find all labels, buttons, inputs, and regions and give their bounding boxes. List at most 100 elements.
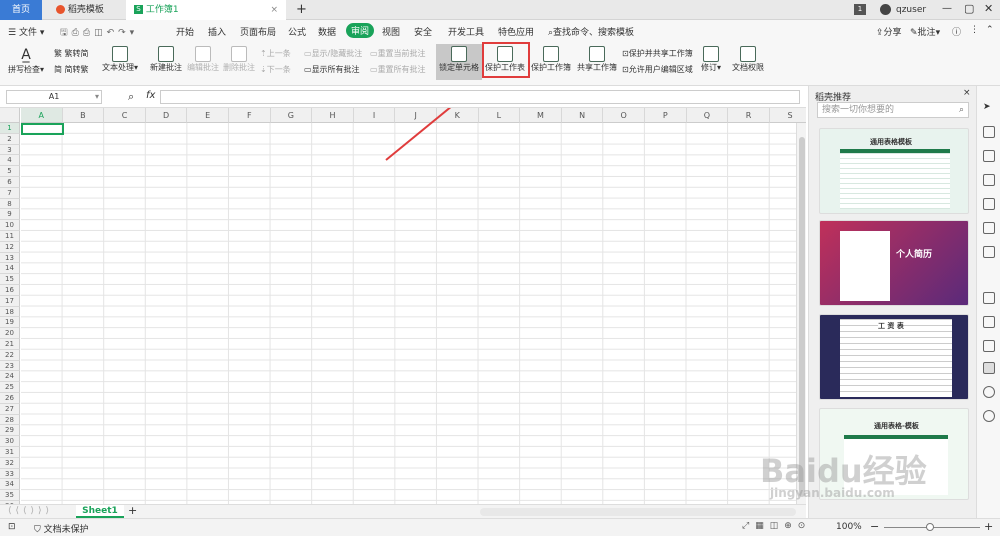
- share-button[interactable]: ⇪分享: [876, 25, 902, 38]
- zoom-search-icon[interactable]: ⌕: [128, 90, 134, 104]
- minimize-icon[interactable]: —: [942, 3, 952, 14]
- row-header[interactable]: 34: [0, 479, 20, 491]
- row-header[interactable]: 33: [0, 468, 20, 480]
- row-header[interactable]: 12: [0, 241, 20, 253]
- spreadsheet-grid[interactable]: ABCDEFGHIJKLMNOPQRS 1 2 3 4 5 6 7 8 9 10 11 12 13 14 1…: [0, 108, 806, 504]
- menu-insert[interactable]: 插入: [208, 25, 226, 38]
- close-tab-icon[interactable]: ×: [270, 0, 278, 20]
- row-header[interactable]: 27: [0, 403, 20, 415]
- tab-workbook[interactable]: S 工作簿1 ×: [126, 0, 286, 20]
- prev-comment-button[interactable]: ⇡上一条: [260, 48, 291, 59]
- menu-start[interactable]: 开始: [176, 25, 194, 38]
- history-icon[interactable]: [983, 386, 995, 398]
- column-header[interactable]: B: [62, 108, 105, 123]
- scroll-thumb[interactable]: [799, 137, 805, 497]
- template-card-3[interactable]: 工 资 表: [819, 314, 969, 400]
- user-name[interactable]: qzuser: [896, 5, 926, 15]
- doc-rights-button[interactable]: 文档权限: [730, 46, 766, 73]
- chart-icon[interactable]: [983, 246, 995, 258]
- menu-special[interactable]: 特色应用: [498, 25, 534, 38]
- row-header[interactable]: 9: [0, 209, 20, 221]
- edit-comment-button[interactable]: 编辑批注: [186, 46, 220, 73]
- row-header[interactable]: 13: [0, 252, 20, 264]
- show-all-comments-button[interactable]: ▭显示所有批注: [304, 64, 360, 75]
- row-header[interactable]: 31: [0, 447, 20, 458]
- row-header[interactable]: 7: [0, 187, 20, 199]
- quick-toolbar[interactable]: 🖫⎙⎙◫↶↷▾: [60, 25, 138, 41]
- row-header[interactable]: 17: [0, 295, 20, 307]
- row-header[interactable]: 21: [0, 339, 20, 350]
- row-header[interactable]: 30: [0, 436, 20, 447]
- protect-workbook-button[interactable]: 保护工作簿: [530, 46, 572, 73]
- next-comment-button[interactable]: ⇣下一条: [260, 64, 291, 75]
- collapse-ribbon-icon[interactable]: ⌃: [986, 25, 994, 35]
- column-header[interactable]: R: [728, 108, 770, 123]
- row-header[interactable]: 8: [0, 198, 20, 210]
- column-header[interactable]: O: [603, 108, 645, 123]
- table-icon[interactable]: [983, 174, 995, 186]
- zoom-out-icon[interactable]: −: [870, 520, 879, 533]
- row-header[interactable]: 5: [0, 166, 20, 177]
- row-header[interactable]: 1: [0, 123, 20, 134]
- fill-icon[interactable]: [983, 150, 995, 162]
- allow-edit-ranges-button[interactable]: ⊡允许用户编辑区域: [622, 64, 693, 75]
- backup-icon[interactable]: [983, 292, 995, 304]
- column-header[interactable]: H: [312, 108, 354, 123]
- download-icon[interactable]: [983, 362, 995, 374]
- row-header[interactable]: 26: [0, 393, 20, 404]
- row-header[interactable]: 28: [0, 414, 20, 426]
- help-icon[interactable]: ⓘ: [952, 25, 961, 38]
- row-header[interactable]: 2: [0, 133, 20, 145]
- formula-input[interactable]: [160, 90, 800, 104]
- sheet-tab-sheet1[interactable]: Sheet1: [76, 505, 124, 518]
- doc-protect-status[interactable]: ⛉ 文档未保护: [34, 522, 89, 535]
- share-workbook-button[interactable]: 共享工作簿: [576, 46, 618, 73]
- template-card-1[interactable]: 通用表格模板: [819, 128, 969, 214]
- column-header[interactable]: A: [21, 108, 63, 123]
- sheet-nav[interactable]: ⟨⟨⟨⟩⟩⟩: [8, 506, 53, 516]
- trad-to-simp-button[interactable]: 繁 繁转简: [54, 48, 89, 59]
- row-header[interactable]: 16: [0, 285, 20, 296]
- command-search[interactable]: ⌕查找命令、搜索模板: [548, 25, 634, 38]
- row-header[interactable]: 18: [0, 306, 20, 318]
- new-tab-button[interactable]: +: [292, 0, 312, 20]
- row-header[interactable]: 20: [0, 328, 20, 339]
- column-header[interactable]: E: [187, 108, 229, 123]
- add-sheet-button[interactable]: +: [128, 504, 137, 517]
- column-header[interactable]: Q: [686, 108, 729, 123]
- maximize-icon[interactable]: ▢: [964, 2, 974, 15]
- file-menu[interactable]: ☰ 文件 ▾: [8, 25, 44, 38]
- tab-docer[interactable]: 稻壳模板: [48, 0, 124, 20]
- image-icon[interactable]: [983, 340, 995, 352]
- template-card-2[interactable]: 个人简历: [819, 220, 969, 306]
- new-comment-button[interactable]: 新建批注: [148, 46, 184, 73]
- menu-data[interactable]: 数据: [318, 25, 336, 38]
- layout-icon[interactable]: [983, 222, 995, 234]
- more-icon[interactable]: ⋮: [970, 25, 979, 35]
- cell-area[interactable]: [21, 123, 801, 504]
- column-header[interactable]: N: [561, 108, 604, 123]
- view-modes[interactable]: ⤢▦◫⊕⊙: [742, 521, 811, 531]
- menu-security[interactable]: 安全: [414, 25, 432, 38]
- reset-all-comments-button[interactable]: ▭重置所有批注: [370, 64, 426, 75]
- protect-shared-workbook-button[interactable]: ⊡保护并共享工作簿: [622, 48, 693, 59]
- zoom-slider-thumb[interactable]: [926, 523, 934, 531]
- delete-comment-button[interactable]: 删除批注: [222, 46, 256, 73]
- row-header[interactable]: 6: [0, 177, 20, 188]
- avatar[interactable]: [880, 4, 891, 15]
- row-header[interactable]: 10: [0, 220, 20, 231]
- select-all-corner[interactable]: [0, 108, 20, 123]
- row-header[interactable]: 22: [0, 349, 20, 361]
- zoom-in-icon[interactable]: +: [984, 520, 993, 533]
- lock-cell-button[interactable]: 锁定单元格: [436, 44, 482, 80]
- fx-icon[interactable]: fx: [146, 90, 155, 101]
- menu-review[interactable]: 审阅: [346, 23, 375, 38]
- column-header[interactable]: C: [104, 108, 146, 123]
- horizontal-scrollbar[interactable]: [480, 508, 796, 516]
- selected-cell-a1[interactable]: [21, 123, 64, 135]
- menu-formula[interactable]: 公式: [288, 25, 306, 38]
- comment-button[interactable]: ✎批注▾: [910, 25, 940, 38]
- row-header[interactable]: 25: [0, 382, 20, 393]
- row-header[interactable]: 4: [0, 155, 20, 167]
- show-hide-comment-button[interactable]: ▭显示/隐藏批注: [304, 48, 362, 59]
